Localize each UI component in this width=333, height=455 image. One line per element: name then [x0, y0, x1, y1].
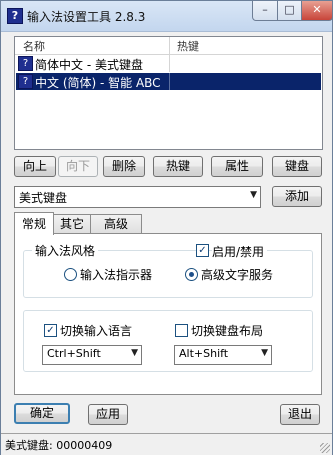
keyboard-button[interactable]: 键盘: [272, 156, 322, 177]
tab-general[interactable]: 常规: [14, 212, 54, 235]
move-up-button[interactable]: 向上: [14, 156, 56, 177]
hotkey-button[interactable]: 热键: [153, 156, 203, 177]
ok-button[interactable]: 确定: [14, 403, 70, 424]
column-header-name[interactable]: 名称: [23, 38, 45, 54]
tab-other[interactable]: 其它: [52, 214, 92, 234]
enable-label: 启用/禁用: [212, 243, 268, 260]
chevron-down-icon: ▼: [261, 348, 268, 358]
switch-language-select[interactable]: Ctrl+Shift ▼: [42, 345, 142, 365]
enable-checkbox[interactable]: ✓: [196, 244, 209, 257]
hotkey-switch-group: ✓ 切换输入语言 切换键盘布局 Ctrl+Shift ▼ Alt+Shift ▼: [23, 310, 313, 372]
app-window: ? 输入法设置工具 2.8.3 – □ ✕ 名称 热键 ? 简体中文 - 美式键…: [0, 0, 333, 455]
add-button[interactable]: 添加: [272, 186, 322, 207]
apply-button[interactable]: 应用: [88, 404, 128, 425]
select-value: 美式键盘: [19, 191, 68, 205]
list-header: 名称 热键: [15, 37, 322, 55]
keyboard-layout-select[interactable]: 美式键盘 ▼: [14, 186, 261, 208]
window-title: 输入法设置工具 2.8.3: [27, 10, 146, 24]
radio-indicator[interactable]: [64, 268, 77, 281]
properties-button[interactable]: 属性: [211, 156, 263, 177]
tab-panel-general: 输入法风格 ✓ 启用/禁用 输入法指示器 高级文字服务 ✓ 切换输入语言 切换键…: [14, 233, 322, 395]
list-item-selected[interactable]: ? 中文 (简体) - 智能 ABC: [16, 73, 321, 90]
switch-layout-label: 切换键盘布局: [191, 324, 264, 338]
ime-icon: ?: [18, 74, 33, 89]
move-down-button[interactable]: 向下: [58, 156, 98, 177]
column-divider[interactable]: [169, 37, 170, 54]
switch-language-label: 切换输入语言: [60, 324, 133, 338]
switch-layout-select[interactable]: Alt+Shift ▼: [174, 345, 272, 365]
column-header-hotkey[interactable]: 热键: [177, 38, 199, 54]
chevron-down-icon: ▼: [131, 348, 138, 358]
close-button[interactable]: ✕: [301, 1, 333, 21]
exit-button[interactable]: 退出: [280, 404, 320, 425]
cell-divider: [169, 73, 170, 90]
app-icon: ?: [7, 8, 23, 24]
list-item[interactable]: ? 简体中文 - 美式键盘: [16, 55, 321, 72]
select-value: Ctrl+Shift: [47, 347, 101, 360]
switch-language-checkbox[interactable]: ✓: [44, 324, 57, 337]
resize-grip-icon[interactable]: [320, 443, 330, 453]
maximize-button[interactable]: □: [277, 1, 302, 21]
radio-indicator-label: 输入法指示器: [80, 268, 153, 282]
tab-bar: 常规 其它 高级: [14, 212, 321, 235]
list-item-label: 简体中文 - 美式键盘: [35, 58, 143, 72]
delete-button[interactable]: 删除: [103, 156, 145, 177]
tab-advanced[interactable]: 高级: [90, 214, 142, 234]
select-value: Alt+Shift: [179, 347, 229, 360]
cell-divider: [169, 55, 170, 72]
radio-tsf-label: 高级文字服务: [201, 268, 274, 282]
status-text: 美式键盘: 00000409: [5, 439, 113, 452]
title-bar[interactable]: ? 输入法设置工具 2.8.3 – □ ✕: [1, 1, 333, 32]
switch-layout-checkbox[interactable]: [175, 324, 188, 337]
status-bar: 美式键盘: 00000409: [1, 433, 332, 455]
ime-style-group: 输入法风格 ✓ 启用/禁用 输入法指示器 高级文字服务: [23, 242, 313, 298]
radio-tsf[interactable]: [185, 268, 198, 281]
chevron-down-icon: ▼: [250, 190, 257, 200]
keyboard-icon: ?: [18, 56, 33, 71]
group-title: 输入法风格: [32, 242, 99, 259]
minimize-button[interactable]: –: [252, 1, 278, 21]
ime-list[interactable]: 名称 热键 ? 简体中文 - 美式键盘 ? 中文 (简体) - 智能 ABC: [14, 36, 323, 150]
list-item-label: 中文 (简体) - 智能 ABC: [35, 76, 161, 90]
